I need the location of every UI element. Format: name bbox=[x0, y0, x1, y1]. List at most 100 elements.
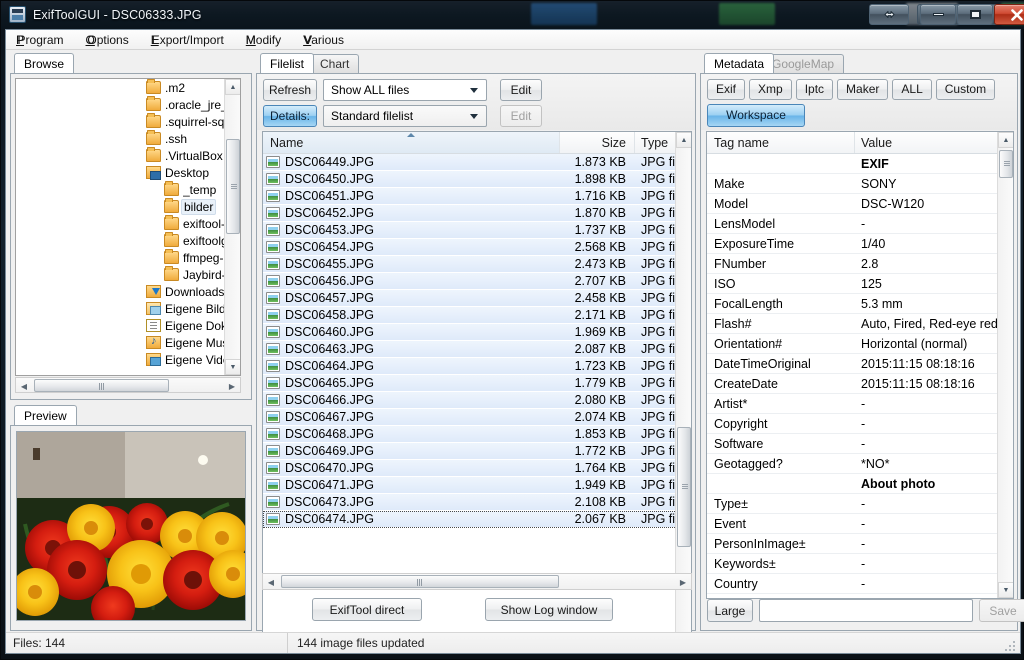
filelist-hscroll-thumb[interactable] bbox=[281, 575, 559, 588]
table-row[interactable]: DSC06449.JPG 1.873 KB JPG file bbox=[263, 154, 691, 171]
metadata-row[interactable]: About photo bbox=[707, 474, 1013, 494]
menu-export-import[interactable]: EExport/Import bbox=[149, 32, 226, 48]
table-row[interactable]: DSC06454.JPG 2.568 KB JPG file bbox=[263, 239, 691, 256]
tree-item[interactable]: Desktop bbox=[16, 164, 226, 181]
table-row[interactable]: DSC06469.JPG 1.772 KB JPG file bbox=[263, 443, 691, 460]
table-row[interactable]: DSC06451.JPG 1.716 KB JPG file bbox=[263, 188, 691, 205]
metadata-group-button-maker[interactable]: Maker bbox=[837, 78, 889, 100]
tree-item[interactable]: .ssh bbox=[16, 130, 226, 147]
metadata-row[interactable]: Orientation# Horizontal (normal) bbox=[707, 334, 1013, 354]
metadata-scroll-up-button[interactable]: ▲ bbox=[998, 132, 1013, 148]
tree-item[interactable]: .squirrel-sql bbox=[16, 113, 226, 130]
table-row[interactable]: DSC06464.JPG 1.723 KB JPG file bbox=[263, 358, 691, 375]
tree-item[interactable]: Eigene Bilder bbox=[16, 300, 226, 317]
table-row[interactable]: DSC06452.JPG 1.870 KB JPG file bbox=[263, 205, 691, 222]
metadata-scroll-down-button[interactable]: ▼ bbox=[998, 582, 1013, 598]
metadata-group-button-custom[interactable]: Custom bbox=[935, 78, 996, 100]
tree-scroll-thumb[interactable] bbox=[226, 139, 240, 234]
metadata-row[interactable]: ISO 125 bbox=[707, 274, 1013, 294]
metadata-group-button-all[interactable]: ALL bbox=[892, 78, 932, 100]
filelist-scroll-up-button[interactable]: ▲ bbox=[676, 132, 691, 148]
metadata-group-button-xmp[interactable]: Xmp bbox=[749, 78, 792, 100]
metadata-row[interactable]: LensModel - bbox=[707, 214, 1013, 234]
tree-item[interactable]: Eigene Dokum bbox=[16, 317, 226, 334]
metadata-row[interactable]: Country - bbox=[707, 574, 1013, 594]
metadata-row[interactable]: Keywords± - bbox=[707, 554, 1013, 574]
metadata-row[interactable]: Flash# Auto, Fired, Red-eye reducti bbox=[707, 314, 1013, 334]
table-row[interactable]: DSC06471.JPG 1.949 KB JPG file bbox=[263, 477, 691, 494]
workspace-button[interactable]: Workspace bbox=[707, 103, 805, 127]
metadata-edit-input[interactable] bbox=[759, 599, 973, 622]
table-row[interactable]: DSC06460.JPG 1.969 KB JPG file bbox=[263, 324, 691, 341]
close-button[interactable] bbox=[994, 4, 1024, 25]
metadata-row[interactable]: FocalLength 5.3 mm bbox=[707, 294, 1013, 314]
metadata-row[interactable]: Copyright - bbox=[707, 414, 1013, 434]
tab-browse[interactable]: Browse bbox=[14, 53, 75, 73]
tree-item[interactable]: .oracle_jre_usa bbox=[16, 96, 226, 113]
menu-various[interactable]: VVarious bbox=[301, 32, 346, 48]
large-button[interactable]: Large bbox=[707, 599, 753, 622]
column-header-value[interactable]: Value bbox=[855, 132, 1013, 153]
metadata-row[interactable]: ExposureTime 1/40 bbox=[707, 234, 1013, 254]
table-row[interactable]: DSC06453.JPG 1.737 KB JPG file bbox=[263, 222, 691, 239]
tab-googlemap[interactable]: GoogleMap bbox=[762, 54, 845, 73]
tree-item[interactable]: Jaybird-2. bbox=[16, 266, 226, 283]
table-row[interactable]: DSC06455.JPG 2.473 KB JPG file bbox=[263, 256, 691, 273]
tab-filelist[interactable]: Filelist bbox=[260, 53, 315, 73]
metadata-grid[interactable]: Tag name Value EXIF Make SONY Model DSC-W120… bbox=[706, 131, 1014, 599]
menu-program[interactable]: PProgram bbox=[14, 32, 66, 48]
metadata-row[interactable]: Make SONY bbox=[707, 174, 1013, 194]
folder-tree[interactable]: .m2 .oracle_jre_usa .squirrel-sql .ssh .Virt… bbox=[15, 78, 241, 376]
metadata-group-button-iptc[interactable]: Iptc bbox=[795, 78, 834, 100]
exiftool-direct-button[interactable]: ExifTool direct bbox=[312, 598, 422, 621]
metadata-row[interactable]: Event - bbox=[707, 514, 1013, 534]
file-filter-combo[interactable]: Show ALL files bbox=[323, 79, 487, 101]
tree-horizontal-scrollbar[interactable]: ◀ ▶ bbox=[15, 377, 241, 393]
metadata-row[interactable]: DateTimeOriginal 2015:11:15 08:18:16 bbox=[707, 354, 1013, 374]
table-row[interactable]: DSC06473.JPG 2.108 KB JPG file bbox=[263, 494, 691, 511]
metadata-scroll-thumb[interactable] bbox=[999, 150, 1013, 178]
table-row[interactable]: DSC06467.JPG 2.074 KB JPG file bbox=[263, 409, 691, 426]
table-row[interactable]: DSC06450.JPG 1.898 KB JPG file bbox=[263, 171, 691, 188]
layout-edit-button[interactable]: Edit bbox=[500, 105, 542, 127]
filelist-horizontal-scrollbar[interactable]: ◀ ▶ bbox=[262, 573, 692, 590]
tree-scroll-right-button[interactable]: ▶ bbox=[224, 378, 240, 394]
table-row[interactable]: DSC06463.JPG 2.087 KB JPG file bbox=[263, 341, 691, 358]
minimize-button[interactable] bbox=[920, 4, 956, 25]
tree-item[interactable]: ffmpeg-2( bbox=[16, 249, 226, 266]
tree-item[interactable]: exiftool-1( bbox=[16, 215, 226, 232]
table-row[interactable]: DSC06465.JPG 1.779 KB JPG file bbox=[263, 375, 691, 392]
metadata-row[interactable]: Artist* - bbox=[707, 394, 1013, 414]
tree-vertical-scrollbar[interactable]: ▲ ▼ bbox=[224, 79, 240, 375]
metadata-row[interactable]: CreateDate 2015:11:15 08:18:16 bbox=[707, 374, 1013, 394]
table-row[interactable]: DSC06466.JPG 2.080 KB JPG file bbox=[263, 392, 691, 409]
tab-preview[interactable]: Preview bbox=[14, 405, 77, 425]
table-row[interactable]: DSC06474.JPG 2.067 KB JPG file bbox=[263, 511, 691, 528]
metadata-row[interactable]: Model DSC-W120 bbox=[707, 194, 1013, 214]
menu-modify[interactable]: MModify bbox=[244, 32, 283, 48]
tree-item[interactable]: exiftoolgu bbox=[16, 232, 226, 249]
tree-scroll-up-button[interactable]: ▲ bbox=[225, 79, 240, 95]
filelist-scroll-thumb[interactable] bbox=[677, 427, 691, 547]
filelist-scroll-left-button[interactable]: ◀ bbox=[263, 574, 279, 590]
refresh-button[interactable]: Refresh bbox=[263, 79, 317, 101]
metadata-row[interactable]: PersonInImage± - bbox=[707, 534, 1013, 554]
filelist-scroll-right-button[interactable]: ▶ bbox=[675, 574, 691, 590]
tab-chart[interactable]: Chart bbox=[310, 54, 360, 73]
metadata-row[interactable]: Type± - bbox=[707, 494, 1013, 514]
tree-item[interactable]: Downloads bbox=[16, 283, 226, 300]
filter-edit-button[interactable]: Edit bbox=[500, 79, 542, 101]
table-row[interactable]: DSC06470.JPG 1.764 KB JPG file bbox=[263, 460, 691, 477]
restore-size-button[interactable] bbox=[869, 4, 909, 25]
save-button[interactable]: Save bbox=[979, 599, 1024, 622]
tree-item[interactable]: Eigene Musik bbox=[16, 334, 226, 351]
table-row[interactable]: DSC06458.JPG 2.171 KB JPG file bbox=[263, 307, 691, 324]
metadata-vertical-scrollbar[interactable]: ▲ ▼ bbox=[997, 132, 1013, 598]
details-button[interactable]: Details: bbox=[263, 105, 317, 127]
table-row[interactable]: DSC06456.JPG 2.707 KB JPG file bbox=[263, 273, 691, 290]
metadata-row[interactable]: Software - bbox=[707, 434, 1013, 454]
menu-options[interactable]: OOptions bbox=[84, 32, 131, 48]
resize-grip-icon[interactable] bbox=[1005, 639, 1017, 651]
tree-item[interactable]: .VirtualBox bbox=[16, 147, 226, 164]
filelist-layout-combo[interactable]: Standard filelist bbox=[323, 105, 487, 127]
